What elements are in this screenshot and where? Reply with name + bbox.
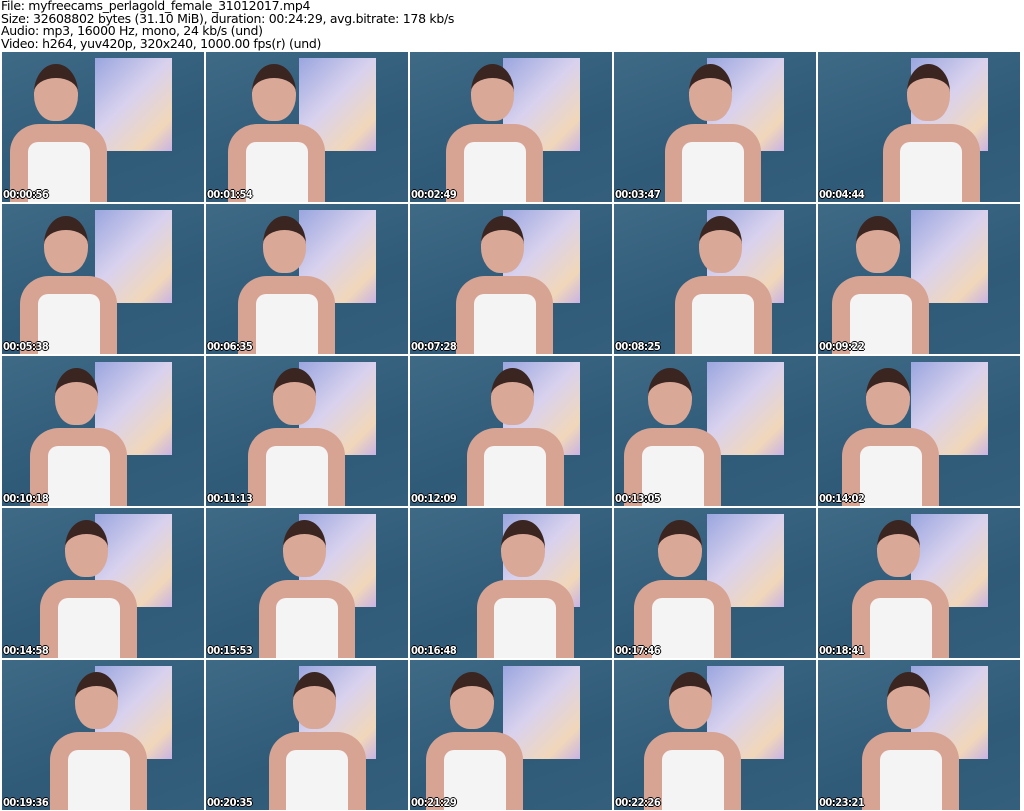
video-thumbnail[interactable]: 00:17:46 xyxy=(614,508,816,658)
video-thumbnail[interactable]: 00:16:48 xyxy=(410,508,612,658)
video-thumbnail[interactable]: 00:12:09 xyxy=(410,356,612,506)
webcam-frame-image xyxy=(852,520,950,658)
video-thumbnail[interactable]: 00:03:47 xyxy=(614,52,816,202)
timestamp: 00:14:02 xyxy=(819,492,865,505)
file-info-header: File: myfreecams_perlagold_female_310120… xyxy=(1,0,454,50)
timestamp: 00:23:21 xyxy=(819,796,865,809)
timestamp: 00:22:26 xyxy=(615,796,661,809)
webcam-frame-image xyxy=(268,672,366,810)
video-thumbnail[interactable]: 00:05:38 xyxy=(2,204,204,354)
timestamp: 00:10:18 xyxy=(3,492,49,505)
webcam-frame-image xyxy=(466,368,564,506)
video-thumbnail[interactable]: 00:18:41 xyxy=(818,508,1020,658)
timestamp: 00:06:35 xyxy=(207,340,253,353)
webcam-frame-image xyxy=(644,672,742,810)
timestamp: 00:17:46 xyxy=(615,644,661,657)
timestamp: 00:04:44 xyxy=(819,188,865,201)
timestamp: 00:21:29 xyxy=(411,796,457,809)
video-thumbnail[interactable]: 00:00:56 xyxy=(2,52,204,202)
webcam-frame-image xyxy=(258,520,356,658)
video-info: Video: h264, yuv420p, 320x240, 1000.00 f… xyxy=(1,35,322,51)
webcam-frame-image xyxy=(446,64,544,202)
webcam-frame-image xyxy=(862,672,960,810)
timestamp: 00:05:38 xyxy=(3,340,49,353)
timestamp: 00:02:49 xyxy=(411,188,457,201)
webcam-frame-image xyxy=(476,520,574,658)
timestamp: 00:12:09 xyxy=(411,492,457,505)
timestamp: 00:11:13 xyxy=(207,492,253,505)
timestamp: 00:01:54 xyxy=(207,188,253,201)
webcam-frame-image xyxy=(426,672,524,810)
video-thumbnail[interactable]: 00:11:13 xyxy=(206,356,408,506)
timestamp: 00:16:48 xyxy=(411,644,457,657)
webcam-frame-image xyxy=(842,368,940,506)
timestamp: 00:13:05 xyxy=(615,492,661,505)
video-thumbnail[interactable]: 00:06:35 xyxy=(206,204,408,354)
webcam-frame-image xyxy=(634,520,732,658)
video-thumbnail[interactable]: 00:08:25 xyxy=(614,204,816,354)
webcam-frame-image xyxy=(456,216,554,354)
timestamp: 00:07:28 xyxy=(411,340,457,353)
video-thumbnail[interactable]: 00:21:29 xyxy=(410,660,612,810)
webcam-frame-image xyxy=(882,64,980,202)
webcam-frame-image xyxy=(674,216,772,354)
video-thumbnail[interactable]: 00:14:02 xyxy=(818,356,1020,506)
webcam-frame-image xyxy=(10,64,108,202)
timestamp: 00:18:41 xyxy=(819,644,865,657)
video-thumbnail[interactable]: 00:19:36 xyxy=(2,660,204,810)
timestamp: 00:09:22 xyxy=(819,340,865,353)
video-thumbnail[interactable]: 00:01:54 xyxy=(206,52,408,202)
video-thumbnail[interactable]: 00:20:35 xyxy=(206,660,408,810)
webcam-frame-image xyxy=(832,216,930,354)
video-thumbnail[interactable]: 00:22:26 xyxy=(614,660,816,810)
timestamp: 00:14:58 xyxy=(3,644,49,657)
video-thumbnail[interactable]: 00:09:22 xyxy=(818,204,1020,354)
webcam-frame-image xyxy=(20,216,118,354)
video-thumbnail[interactable]: 00:10:18 xyxy=(2,356,204,506)
video-thumbnail[interactable]: 00:15:53 xyxy=(206,508,408,658)
timestamp: 00:00:56 xyxy=(3,188,49,201)
webcam-frame-image xyxy=(30,368,128,506)
timestamp: 00:03:47 xyxy=(615,188,661,201)
webcam-frame-image xyxy=(40,520,138,658)
video-thumbnail[interactable]: 00:13:05 xyxy=(614,356,816,506)
video-thumbnail[interactable]: 00:02:49 xyxy=(410,52,612,202)
video-thumbnail[interactable]: 00:07:28 xyxy=(410,204,612,354)
video-thumbnail[interactable]: 00:23:21 xyxy=(818,660,1020,810)
webcam-frame-image xyxy=(228,64,326,202)
timestamp: 00:15:53 xyxy=(207,644,253,657)
webcam-frame-image xyxy=(664,64,762,202)
video-thumbnail[interactable]: 00:04:44 xyxy=(818,52,1020,202)
timestamp: 00:19:36 xyxy=(3,796,49,809)
webcam-frame-image xyxy=(50,672,148,810)
thumbnail-grid: 00:00:56 00:01:54 00:02:49 00:03:47 00:04:44… xyxy=(2,52,1020,810)
webcam-frame-image xyxy=(238,216,336,354)
timestamp: 00:08:25 xyxy=(615,340,661,353)
timestamp: 00:20:35 xyxy=(207,796,253,809)
webcam-frame-image xyxy=(624,368,722,506)
video-thumbnail[interactable]: 00:14:58 xyxy=(2,508,204,658)
webcam-frame-image xyxy=(248,368,346,506)
